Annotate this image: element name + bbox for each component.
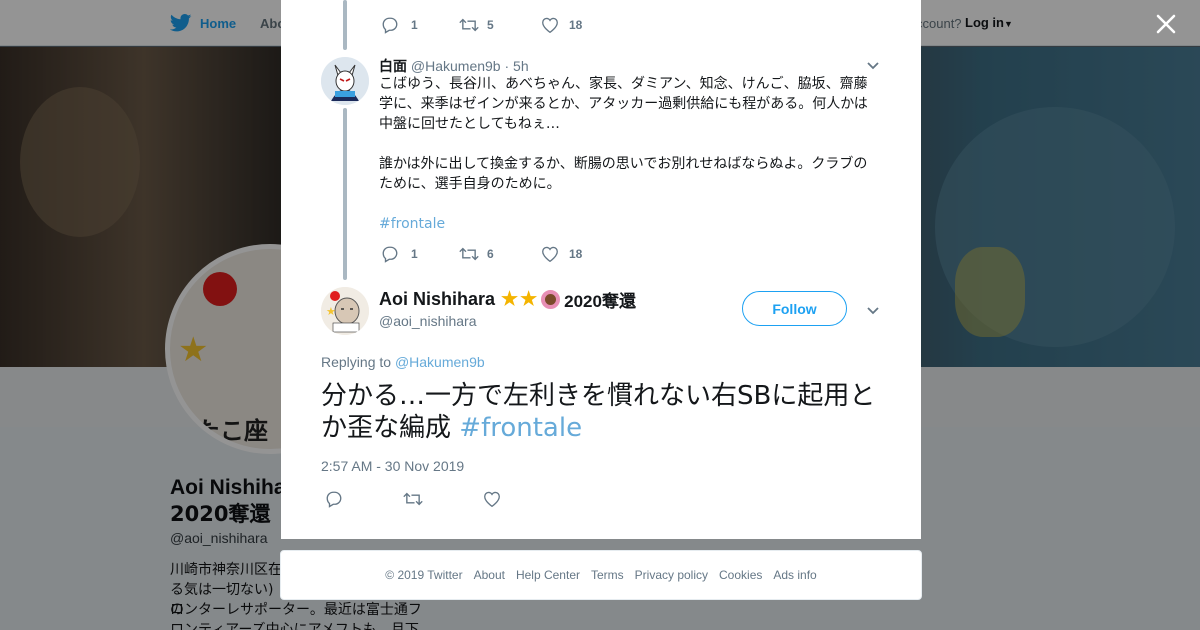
like-action[interactable]: 18 bbox=[541, 17, 582, 33]
reply-count: 1 bbox=[411, 18, 418, 32]
reply-icon bbox=[326, 491, 342, 508]
previous-tweet-actions: 1 5 18 bbox=[381, 16, 582, 34]
footer-link-privacy-policy[interactable]: Privacy policy bbox=[635, 568, 708, 582]
main-author-name-suffix: 2020奪還 bbox=[564, 292, 636, 311]
main-author-avatar[interactable]: ★ bbox=[321, 287, 369, 335]
previous-tweet-text bbox=[379, 0, 879, 4]
retweet-count: 6 bbox=[487, 247, 494, 261]
footer-copyright: © 2019 Twitter bbox=[385, 568, 463, 582]
replying-to: Replying to @Hakumen9b bbox=[321, 354, 485, 370]
retweet-action[interactable]: 5 bbox=[459, 16, 541, 34]
chevron-down-icon[interactable] bbox=[864, 301, 882, 319]
tweet-permalink-modal: 1 5 18 白面 @Hakumen9b · 5h こばゆう、長谷川、あべちゃん… bbox=[281, 0, 921, 539]
retweet-action[interactable] bbox=[403, 490, 483, 508]
replying-to-label: Replying to bbox=[321, 354, 392, 370]
reply-author-avatar[interactable] bbox=[321, 57, 369, 105]
main-tweet-timestamp[interactable]: 2:57 AM - 30 Nov 2019 bbox=[321, 458, 464, 474]
replying-to-handle-link[interactable]: @Hakumen9b bbox=[395, 354, 485, 370]
reply-action[interactable]: 1 bbox=[381, 16, 459, 34]
svg-text:★: ★ bbox=[326, 305, 336, 318]
modal-footer: © 2019 Twitter About Help Center Terms P… bbox=[280, 550, 922, 600]
main-author-name-row[interactable]: Aoi Nishihara ★ ★ 2020奪還 bbox=[379, 287, 636, 312]
thread-line bbox=[343, 108, 347, 280]
reply-icon bbox=[382, 17, 398, 34]
takoza-avatar-image: ★ bbox=[321, 287, 369, 335]
footer-link-ads-info[interactable]: Ads info bbox=[773, 568, 816, 582]
follow-button[interactable]: Follow bbox=[742, 291, 847, 326]
like-action[interactable]: 18 bbox=[541, 246, 582, 262]
reply-action[interactable] bbox=[325, 490, 403, 508]
like-icon bbox=[542, 17, 558, 33]
like-count: 18 bbox=[569, 18, 583, 32]
footer-link-about[interactable]: About bbox=[474, 568, 505, 582]
retweet-count: 5 bbox=[487, 18, 494, 32]
reply-action[interactable]: 1 bbox=[381, 245, 459, 263]
main-hashtag-link[interactable]: #frontale bbox=[459, 413, 582, 443]
thread-line bbox=[343, 0, 347, 50]
reply-tweet-text: こばゆう、長谷川、あべちゃん、家長、ダミアン、知念、けんご、脇坂、齋藤学に、来季… bbox=[379, 74, 879, 234]
like-icon bbox=[542, 246, 558, 262]
reply-tweet-paragraph: 誰かは外に出して換金するか、断腸の思いでお別れせねばならぬよ。クラブのために、選… bbox=[379, 156, 868, 192]
reply-tweet-actions: 1 6 18 bbox=[381, 245, 582, 263]
main-tweet-body: 分かる…一方で左利きを慣れない右SBに起用とか歪な編成 bbox=[321, 381, 876, 443]
reply-tweet-time[interactable]: · 5h bbox=[504, 58, 528, 74]
like-count: 18 bbox=[569, 247, 583, 261]
like-icon bbox=[484, 491, 500, 507]
close-icon[interactable] bbox=[1152, 10, 1180, 38]
reply-hashtag-link[interactable]: #frontale bbox=[379, 214, 879, 234]
donut-emoji-icon bbox=[541, 290, 561, 309]
reply-author-handle[interactable]: @Hakumen9b bbox=[411, 58, 501, 74]
reply-tweet-paragraph: こばゆう、長谷川、あべちゃん、家長、ダミアン、知念、けんご、脇坂、齋藤学に、来季… bbox=[379, 76, 868, 132]
main-tweet-text: 分かる…一方で左利きを慣れない右SBに起用とか歪な編成 #frontale bbox=[321, 380, 881, 444]
main-author-name: Aoi Nishihara bbox=[379, 289, 496, 309]
star-emoji-icon: ★ bbox=[501, 289, 519, 310]
footer-link-terms[interactable]: Terms bbox=[591, 568, 624, 582]
reply-author-name[interactable]: 白面 bbox=[379, 58, 407, 74]
footer-link-help-center[interactable]: Help Center bbox=[516, 568, 580, 582]
retweet-action[interactable]: 6 bbox=[459, 245, 541, 263]
reply-icon bbox=[382, 246, 398, 263]
reply-tweet-header: 白面 @Hakumen9b · 5h bbox=[379, 56, 529, 76]
main-tweet-actions bbox=[325, 490, 501, 508]
main-author-handle[interactable]: @aoi_nishihara bbox=[379, 313, 477, 329]
chevron-down-icon[interactable] bbox=[864, 56, 882, 74]
reply-count: 1 bbox=[411, 247, 418, 261]
retweet-icon bbox=[459, 247, 479, 261]
fox-mask-avatar-image bbox=[321, 57, 369, 105]
retweet-icon bbox=[459, 18, 479, 32]
footer-link-cookies[interactable]: Cookies bbox=[719, 568, 762, 582]
like-action[interactable] bbox=[483, 491, 501, 507]
retweet-icon bbox=[403, 492, 423, 506]
star-emoji-icon: ★ bbox=[520, 289, 538, 310]
